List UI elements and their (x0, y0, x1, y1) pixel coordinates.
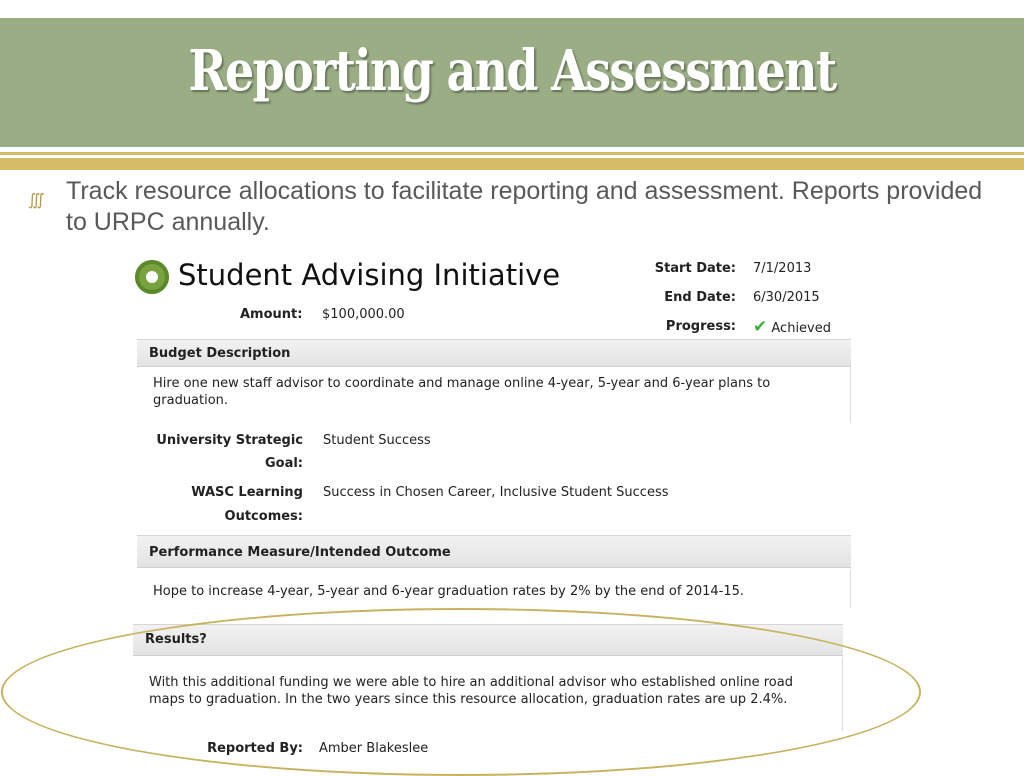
wasc-value: Success in Chosen Career, Inclusive Stud… (323, 485, 669, 500)
dates-panel: Start Date: 7/1/2013 End Date: 6/30/2015… (638, 255, 851, 339)
gold-rule-thick (0, 158, 1024, 170)
progress-status: ✔ Achieved (753, 317, 831, 337)
measure-text: Hope to increase 4-year, 5-year and 6-ye… (137, 570, 851, 608)
measure-heading: Performance Measure/Intended Outcome (137, 535, 851, 568)
budget-text: Hire one new staff advisor to coordinate… (137, 367, 851, 423)
start-date-label: Start Date: (654, 261, 736, 276)
start-date-value: 7/1/2013 (753, 261, 812, 276)
end-date-label: End Date: (664, 290, 736, 305)
slide-title: Reporting and Assessment (188, 38, 838, 104)
progress-label: Progress: (665, 319, 736, 334)
amount-value: $100,000.00 (322, 307, 405, 322)
progress-value: Achieved (771, 321, 831, 336)
budget-heading: Budget Description (137, 339, 851, 367)
wasc-label-line2: Outcomes: (224, 509, 303, 524)
gold-rule-thin (0, 152, 1024, 155)
amount-label: Amount: (240, 307, 303, 322)
record-title: Student Advising Initiative (178, 258, 561, 292)
goal-label-line2: Goal: (264, 456, 303, 471)
gear-icon (135, 260, 169, 294)
bullet-text: Track resource allocations to facilitate… (66, 177, 983, 236)
goal-value: Student Success (323, 433, 431, 448)
goal-label-line1: University Strategic (156, 433, 303, 448)
checkmark-icon: ✔ (753, 317, 768, 337)
wasc-label-line1: WASC Learning (191, 485, 303, 500)
bullet-icon: ∭ (28, 190, 45, 209)
end-date-value: 6/30/2015 (753, 290, 820, 305)
highlight-oval (1, 608, 921, 776)
